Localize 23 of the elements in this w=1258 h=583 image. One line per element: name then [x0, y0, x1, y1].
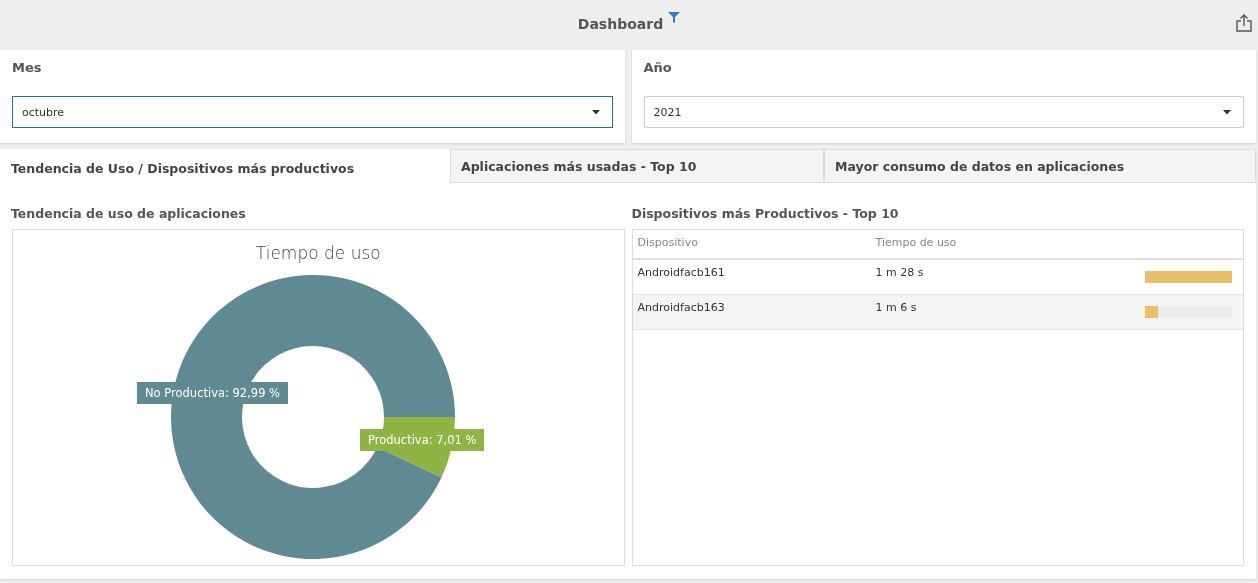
tab[interactable]: Tendencia de Uso / Dispositivos más productivos	[0, 149, 450, 183]
filter-label: Año	[643, 60, 673, 77]
table-cell-text: 1 m 6 s	[874, 300, 918, 316]
data-label: Productiva: 7,01 %	[360, 429, 485, 451]
data-label: No Productiva: 92,99 %	[137, 382, 289, 404]
filter-icon[interactable]	[668, 12, 681, 24]
page-title: Dashboard	[577, 16, 664, 32]
column-header: Dispositivo	[636, 235, 699, 251]
dropdown-field[interactable]: 2021	[643, 96, 1244, 128]
chart-title: Tiempo de uso	[254, 242, 382, 265]
table-cell-text: 1 m 28 s	[874, 265, 925, 281]
tab[interactable]: Mayor consumo de datos en aplicaciones	[824, 149, 1256, 183]
panel-heading: Dispositivos más Productivos - Top 10	[631, 205, 900, 223]
caret-icon	[1223, 109, 1231, 115]
filter-label: Mes	[12, 60, 43, 77]
caret-icon	[591, 109, 600, 115]
table-cell-text: Androidfacb161	[636, 265, 726, 281]
panel-heading: Tendencia de uso de aplicaciones	[11, 205, 247, 223]
column-header: Tiempo de uso	[874, 235, 958, 251]
dropdown-field[interactable]: octubre	[12, 96, 613, 128]
table-cell-text: Androidfacb163	[636, 300, 726, 316]
tab[interactable]: Aplicaciones más usadas - Top 10	[450, 149, 824, 183]
share-icon[interactable]	[1236, 14, 1252, 32]
